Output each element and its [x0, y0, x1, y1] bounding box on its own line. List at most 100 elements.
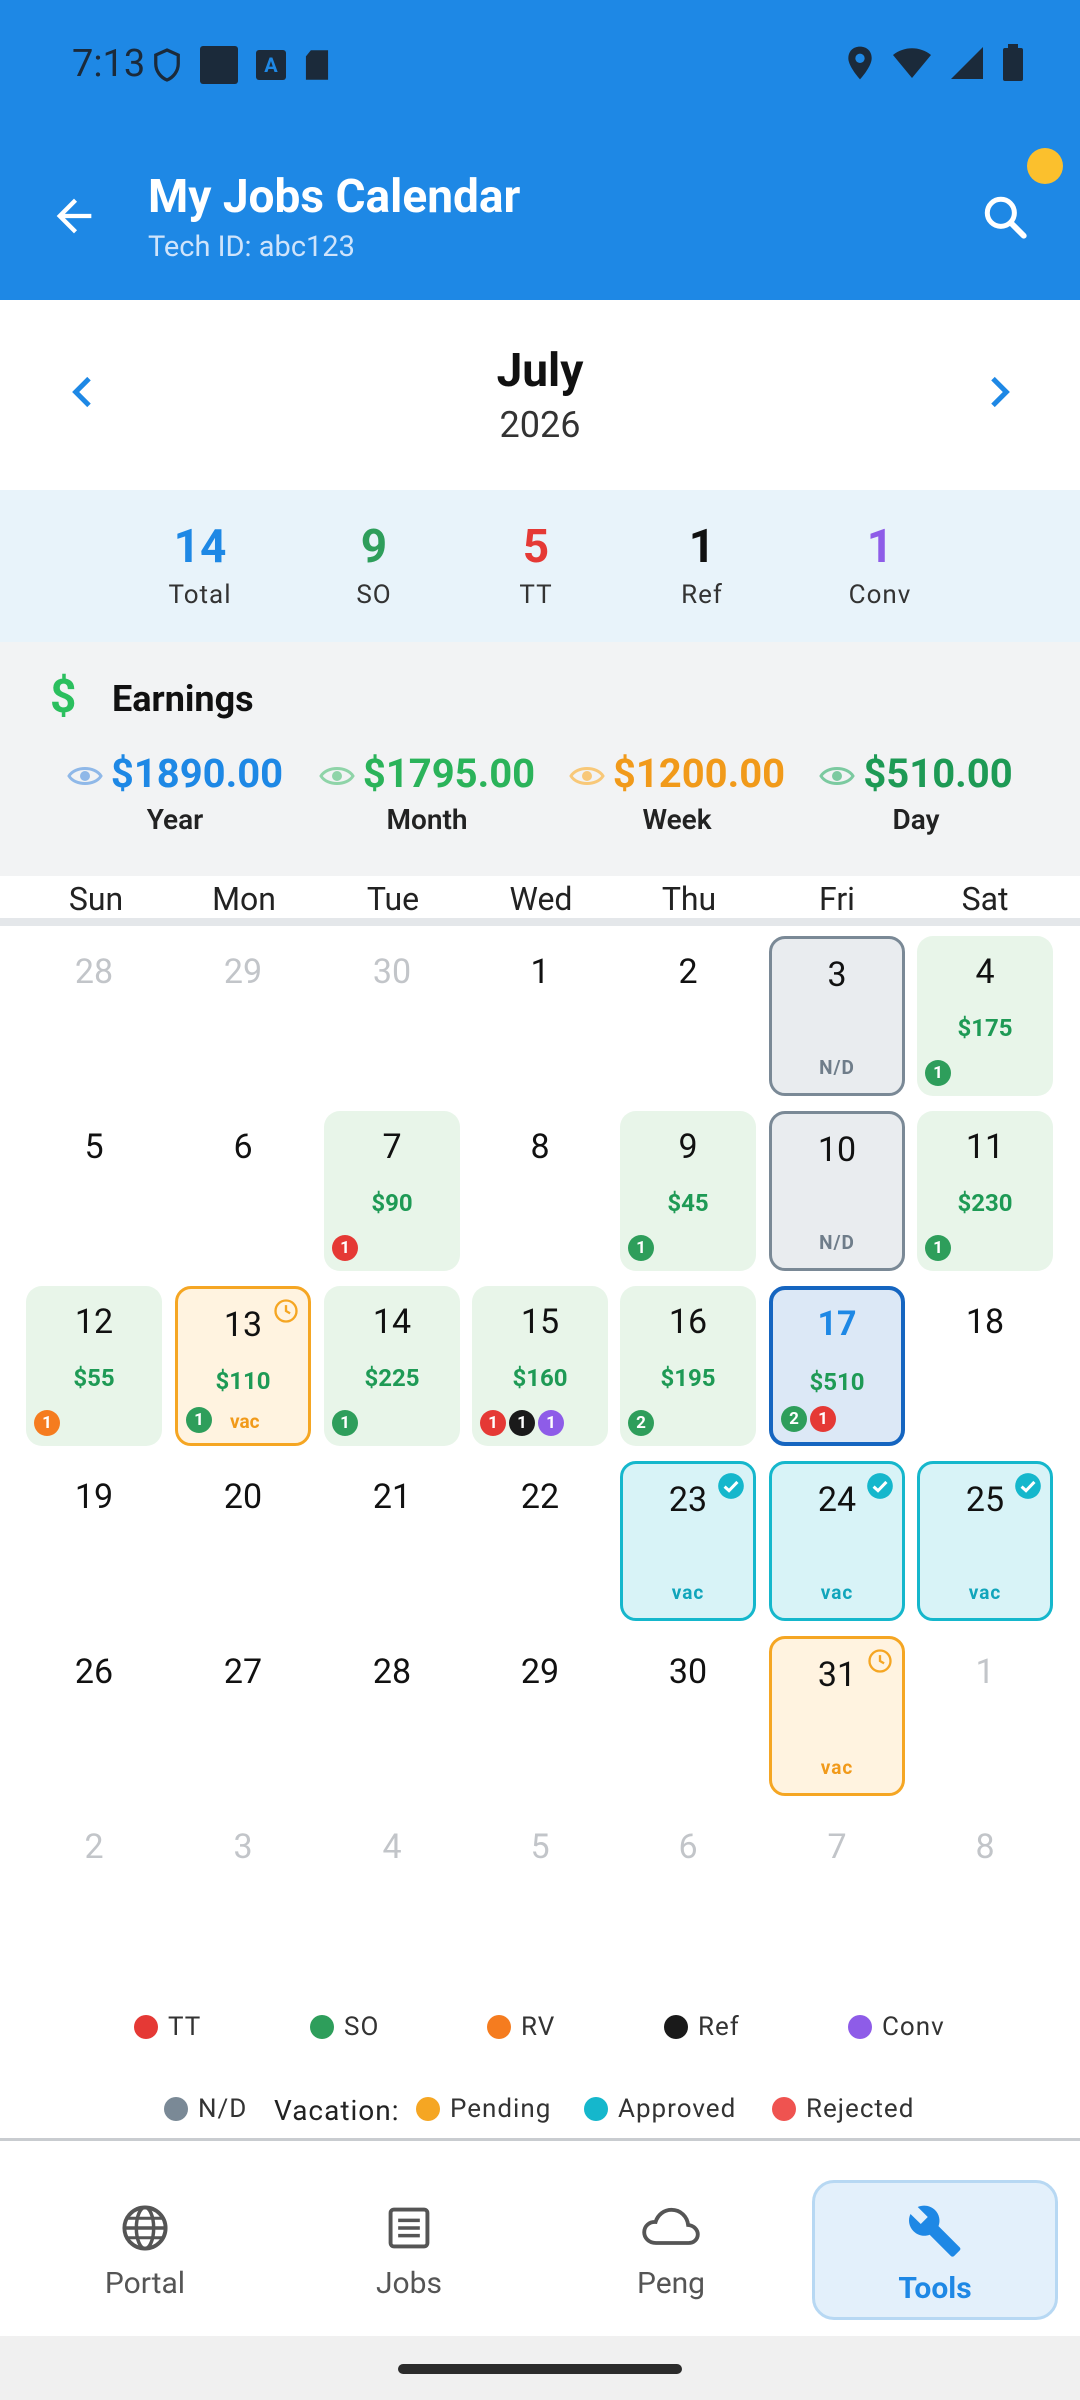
vacation-legend-title: Vacation: [274, 2094, 400, 2127]
home-indicator[interactable] [398, 2364, 682, 2374]
type-legend: TT SO RV Ref Conv [0, 2008, 1080, 2052]
stat-value: 1 [688, 520, 716, 574]
day-number: 7 [382, 1127, 402, 1167]
stat-so: 9 SO [284, 520, 464, 610]
calendar-day[interactable]: 26 [26, 1636, 162, 1796]
job-count-badge: 1 [925, 1235, 951, 1261]
calendar-day[interactable]: 22 [472, 1461, 608, 1621]
day-number: 18 [965, 1302, 1005, 1342]
calendar-day[interactable]: 24 vac [769, 1461, 905, 1621]
legend-item-approved: Approved [584, 2094, 736, 2124]
job-badges: 2 [628, 1410, 654, 1436]
calendar-day: 7 [769, 1811, 905, 1971]
calendar-day[interactable]: 4 $175 1 [917, 936, 1053, 1096]
day-number: 27 [223, 1652, 263, 1692]
stat-label: Total [168, 580, 232, 610]
job-badges: 21 [781, 1406, 836, 1432]
earning-month[interactable]: $1795.00 Month [312, 750, 542, 836]
job-badges: 111 [480, 1410, 564, 1436]
calendar-day: 2 [26, 1811, 162, 1971]
legend-item-tt: TT [134, 2012, 201, 2042]
a-badge-icon: A [256, 50, 286, 80]
earning-year[interactable]: $1890.00 Year [60, 750, 290, 836]
earning-amount: $1200.00 [562, 750, 792, 797]
day-amount: $225 [364, 1364, 420, 1392]
stat-conv: 1 Conv [790, 520, 970, 610]
earning-month-value: $1795.00 [362, 750, 536, 797]
calendar-day[interactable]: 6 [175, 1111, 311, 1271]
vacation-label: Vacation: [274, 2094, 400, 2127]
no-data-tag: N/D [819, 1231, 855, 1254]
calendar-day: 3 [175, 1811, 311, 1971]
calendar-day[interactable]: 14 $225 1 [324, 1286, 460, 1446]
earning-week[interactable]: $1200.00 Week [562, 750, 792, 836]
bottom-nav: Portal Jobs Peng Tools [0, 2156, 1080, 2336]
calendar-day[interactable]: 2 [620, 936, 756, 1096]
chevron-right-icon[interactable] [978, 372, 1018, 412]
calendar-day: 1 [917, 1636, 1053, 1796]
day-number: 8 [975, 1827, 995, 1867]
calendar-day[interactable]: 3 N/D [769, 936, 905, 1096]
notification-dot [1027, 148, 1063, 184]
calendar-day[interactable]: 17 $510 2 1 [769, 1286, 905, 1446]
day-number: 29 [520, 1652, 560, 1692]
legend-label: RV [521, 2012, 556, 2042]
job-count-badge: 1 [332, 1235, 358, 1261]
calendar-day[interactable]: 15 $160 1 1 1 [472, 1286, 608, 1446]
calendar-day[interactable]: 1 [472, 936, 608, 1096]
day-number: 3 [233, 1827, 253, 1867]
wifi-icon [893, 48, 931, 78]
day-number: 7 [827, 1827, 847, 1867]
nav-jobs[interactable]: Jobs [304, 2156, 514, 2301]
earning-label: Month [386, 803, 468, 836]
calendar-day[interactable]: 8 [472, 1111, 608, 1271]
earning-day[interactable]: $510.00 Day [808, 750, 1024, 836]
calendar-day[interactable]: 20 [175, 1461, 311, 1621]
weekday-header: Sun Mon Tue Wed Thu Fri Sat [0, 876, 1080, 920]
day-number: 8 [530, 1127, 550, 1167]
calendar-day[interactable]: 13 $110 1 vac [175, 1286, 311, 1446]
list-icon [388, 2207, 430, 2249]
calendar-day[interactable]: 12 $55 1 [26, 1286, 162, 1446]
legend-dot [164, 2097, 188, 2121]
legend-item-rejected: Rejected [772, 2094, 914, 2124]
calendar-day[interactable]: 19 [26, 1461, 162, 1621]
job-stats: 14 Total 9 SO 5 TT 1 Ref 1 Conv [0, 490, 1080, 642]
job-count-badge: 1 [810, 1406, 836, 1432]
nav-tools[interactable]: Tools [812, 2180, 1058, 2320]
no-data-tag: N/D [819, 1056, 855, 1079]
search-icon[interactable] [980, 192, 1030, 242]
day-number: 3 [827, 955, 847, 995]
vacation-tag: vac [820, 1756, 854, 1779]
calendar-day[interactable]: 25 vac [917, 1461, 1053, 1621]
job-count-badge: 1 [34, 1410, 60, 1436]
calendar-day[interactable]: 11 $230 1 [917, 1111, 1053, 1271]
page-title: My Jobs Calendar [148, 170, 521, 224]
calendar-day[interactable]: 21 [324, 1461, 460, 1621]
stat-tt: 5 TT [446, 520, 626, 610]
nav-peng[interactable]: Peng [566, 2156, 776, 2301]
calendar-day[interactable]: 28 [324, 1636, 460, 1796]
calendar-day[interactable]: 16 $195 2 [620, 1286, 756, 1446]
job-badges: 1 [925, 1060, 951, 1086]
calendar-day[interactable]: 31 vac [769, 1636, 905, 1796]
day-number: 5 [84, 1127, 104, 1167]
stat-total: 14 Total [110, 520, 290, 610]
back-arrow-icon[interactable] [48, 190, 100, 242]
day-number: 2 [678, 952, 698, 992]
calendar-day[interactable]: 18 [917, 1286, 1053, 1446]
job-count-badge: 1 [925, 1060, 951, 1086]
earning-amount: $510.00 [808, 750, 1024, 797]
nav-portal[interactable]: Portal [40, 2156, 250, 2301]
calendar-day[interactable]: 5 [26, 1111, 162, 1271]
calendar-day[interactable]: 30 [620, 1636, 756, 1796]
calendar-day[interactable]: 23 vac [620, 1461, 756, 1621]
calendar-day[interactable]: 10 N/D [769, 1111, 905, 1271]
calendar-day[interactable]: 29 [472, 1636, 608, 1796]
calendar-day[interactable]: 7 $90 1 [324, 1111, 460, 1271]
calendar-day: 5 [472, 1811, 608, 1971]
day-number: 30 [372, 952, 412, 992]
vacation-tag: vac [671, 1581, 705, 1604]
calendar-day[interactable]: 9 $45 1 [620, 1111, 756, 1271]
calendar-day[interactable]: 27 [175, 1636, 311, 1796]
